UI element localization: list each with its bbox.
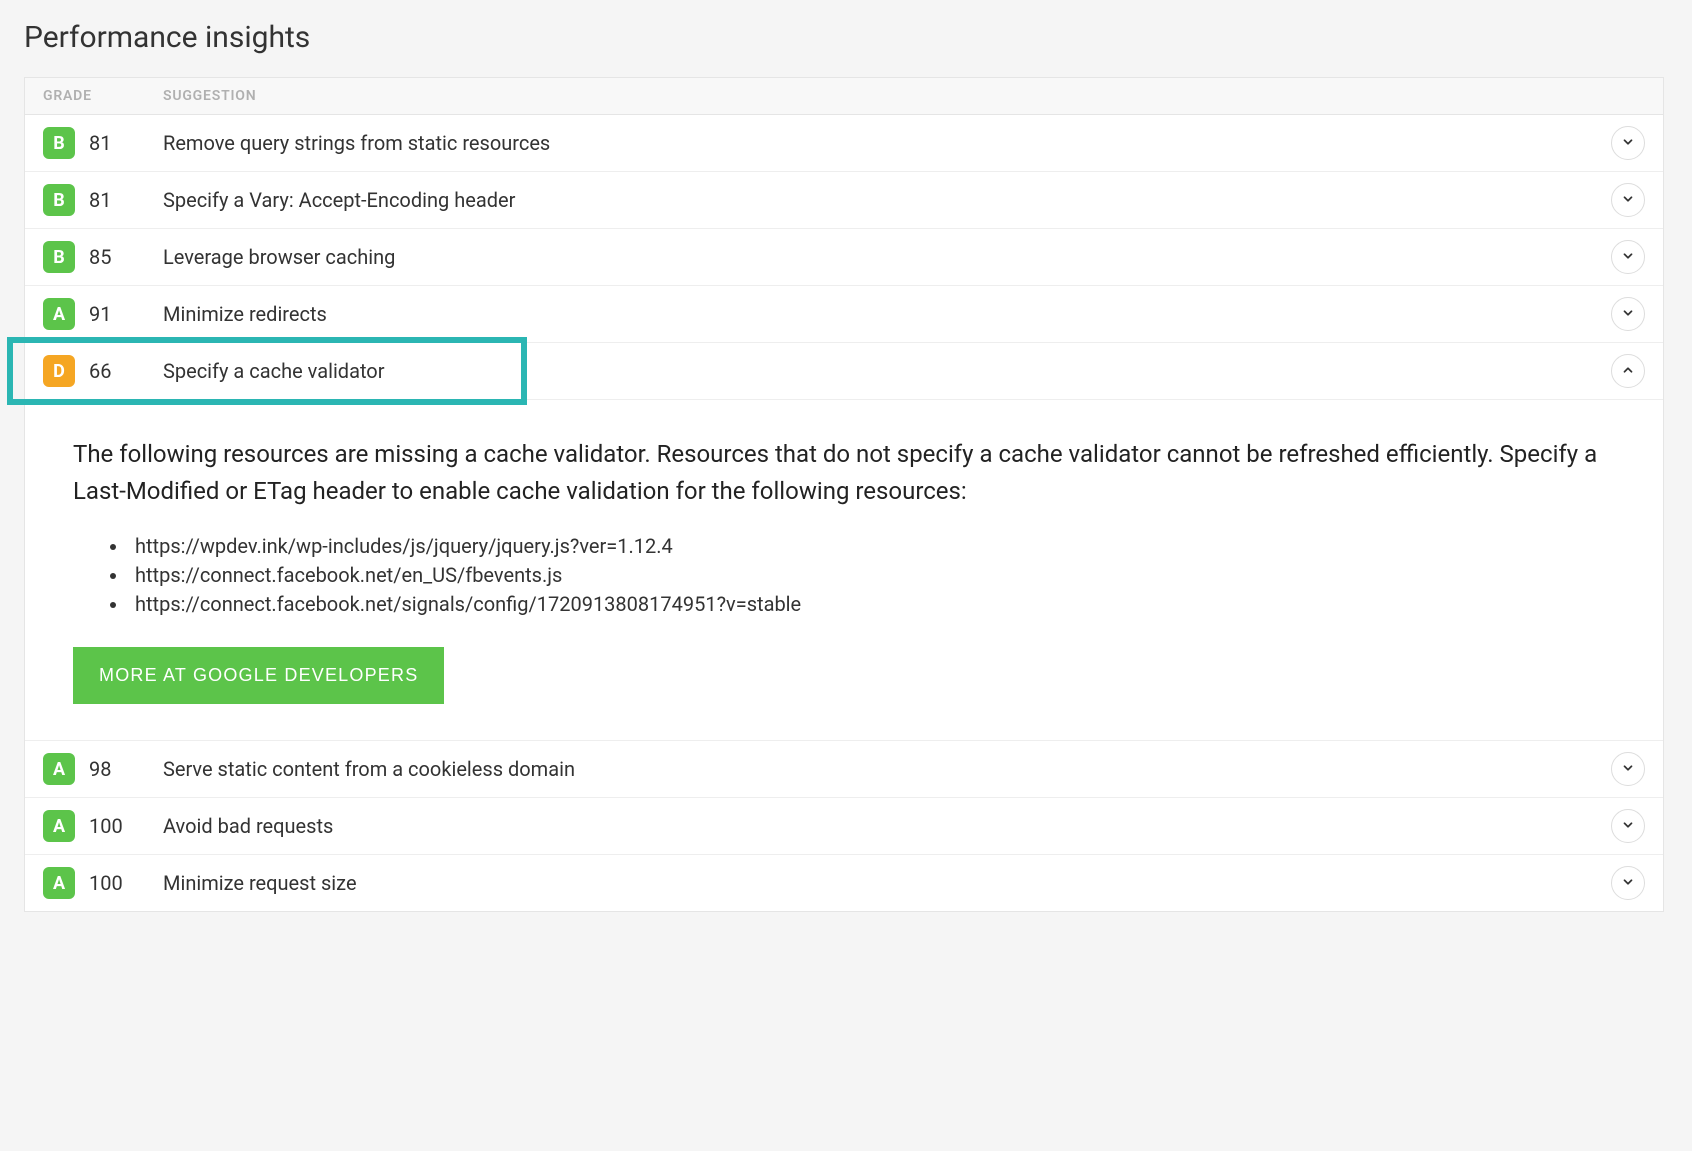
- expand-button[interactable]: [1611, 183, 1645, 217]
- chevron-down-icon: [1621, 875, 1635, 892]
- expanded-description: The following resources are missing a ca…: [73, 436, 1615, 510]
- grade-score: 98: [89, 757, 111, 781]
- more-at-google-developers-button[interactable]: MORE AT GOOGLE DEVELOPERS: [73, 647, 444, 704]
- grade-badge: D: [43, 355, 75, 387]
- grade-badge: A: [43, 753, 75, 785]
- expand-button[interactable]: [1611, 240, 1645, 274]
- expand-button[interactable]: [1611, 866, 1645, 900]
- expand-button[interactable]: [1611, 752, 1645, 786]
- grade-score: 85: [89, 245, 111, 269]
- insight-row[interactable]: B 85 Leverage browser caching: [25, 229, 1663, 286]
- grade-cell: B 85: [43, 241, 163, 273]
- expand-button[interactable]: [1611, 809, 1645, 843]
- suggestion-text: Remove query strings from static resourc…: [163, 131, 1611, 155]
- resource-item: https://connect.facebook.net/signals/con…: [129, 590, 1615, 619]
- suggestion-text: Leverage browser caching: [163, 245, 1611, 269]
- chevron-down-icon: [1621, 761, 1635, 778]
- insight-row[interactable]: B 81 Remove query strings from static reso…: [25, 115, 1663, 172]
- insight-row[interactable]: A 91 Minimize redirects: [25, 286, 1663, 343]
- suggestion-text: Serve static content from a cookieless d…: [163, 757, 1611, 781]
- insights-panel: GRADE SUGGESTION B 81 Remove query strings…: [24, 77, 1664, 912]
- grade-badge: B: [43, 184, 75, 216]
- header-grade: GRADE: [43, 88, 163, 104]
- insight-row[interactable]: D 66 Specify a cache validator: [25, 343, 1663, 400]
- grade-badge: B: [43, 241, 75, 273]
- chevron-down-icon: [1621, 818, 1635, 835]
- collapse-button[interactable]: [1611, 354, 1645, 388]
- suggestion-text: Avoid bad requests: [163, 814, 1611, 838]
- grade-cell: A 100: [43, 810, 163, 842]
- suggestion-text: Specify a cache validator: [163, 359, 1611, 383]
- header-suggestion: SUGGESTION: [163, 88, 1645, 104]
- insight-row[interactable]: B 81 Specify a Vary: Accept-Encoding heade…: [25, 172, 1663, 229]
- suggestion-text: Minimize redirects: [163, 302, 1611, 326]
- grade-cell: B 81: [43, 127, 163, 159]
- panel-title: Performance insights: [24, 20, 1664, 55]
- expanded-panel: The following resources are missing a ca…: [25, 400, 1663, 741]
- resource-list: https://wpdev.ink/wp-includes/js/jquery/…: [73, 532, 1615, 619]
- grade-score: 91: [89, 302, 111, 326]
- grade-badge: A: [43, 298, 75, 330]
- grade-badge: B: [43, 127, 75, 159]
- resource-item: https://wpdev.ink/wp-includes/js/jquery/…: [129, 532, 1615, 561]
- suggestion-text: Minimize request size: [163, 871, 1611, 895]
- chevron-down-icon: [1621, 192, 1635, 209]
- expand-button[interactable]: [1611, 126, 1645, 160]
- grade-badge: A: [43, 867, 75, 899]
- insight-row[interactable]: A 100 Avoid bad requests: [25, 798, 1663, 855]
- grade-cell: A 100: [43, 867, 163, 899]
- grade-cell: B 81: [43, 184, 163, 216]
- grade-score: 81: [89, 188, 111, 212]
- expand-button[interactable]: [1611, 297, 1645, 331]
- resource-item: https://connect.facebook.net/en_US/fbeve…: [129, 561, 1615, 590]
- insight-row[interactable]: A 100 Minimize request size: [25, 855, 1663, 911]
- chevron-down-icon: [1621, 306, 1635, 323]
- chevron-down-icon: [1621, 135, 1635, 152]
- grade-score: 81: [89, 131, 111, 155]
- table-header: GRADE SUGGESTION: [25, 78, 1663, 115]
- suggestion-text: Specify a Vary: Accept-Encoding header: [163, 188, 1611, 212]
- chevron-down-icon: [1621, 249, 1635, 266]
- grade-badge: A: [43, 810, 75, 842]
- insight-row[interactable]: A 98 Serve static content from a cookieles…: [25, 741, 1663, 798]
- grade-cell: A 98: [43, 753, 163, 785]
- chevron-up-icon: [1621, 363, 1635, 380]
- grade-score: 66: [89, 359, 111, 383]
- grade-cell: A 91: [43, 298, 163, 330]
- grade-score: 100: [89, 814, 123, 838]
- grade-cell: D 66: [43, 355, 163, 387]
- grade-score: 100: [89, 871, 123, 895]
